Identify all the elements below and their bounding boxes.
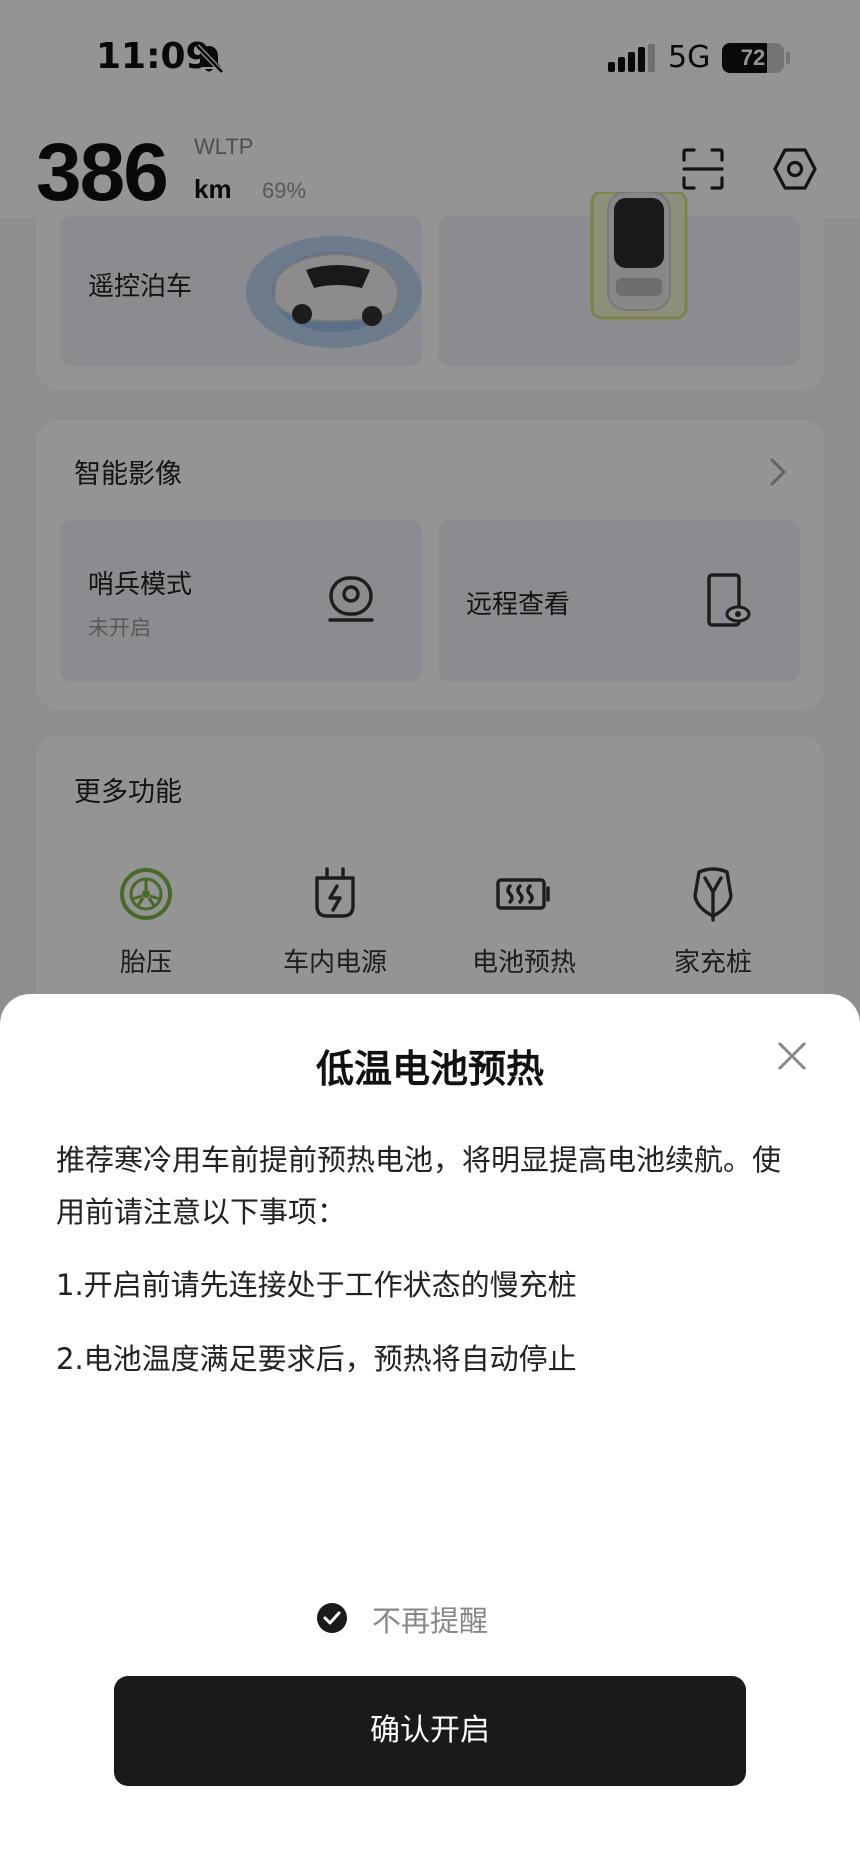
checkmark-circle-icon	[317, 1603, 347, 1633]
confirm-enable-button[interactable]: 确认开启	[114, 1676, 746, 1786]
dont-remind-label: 不再提醒	[372, 1604, 489, 1638]
sheet-title: 低温电池预热	[315, 1047, 544, 1091]
sheet-note-1: 1.开启前请先连接处于工作状态的慢充桩	[56, 1268, 577, 1302]
sheet-intro-text: 推荐寒冷用车前提前预热电池，将明显提高电池续航。使用前请注意以下事项：	[56, 1143, 782, 1229]
app-screen: 11:09 5G 72 386 WLTP km 69% 遥控泊车 智能影像 哨兵…	[0, 0, 860, 1864]
battery-preheat-sheet: 低温电池预热 推荐寒冷用车前提前预热电池，将明显提高电池续航。使用前请注意以下事…	[0, 994, 860, 1864]
sheet-note-2: 2.电池温度满足要求后，预热将自动停止	[56, 1342, 577, 1376]
close-icon[interactable]	[772, 1036, 812, 1076]
dont-remind-checkbox[interactable]: 不再提醒	[316, 1598, 556, 1638]
